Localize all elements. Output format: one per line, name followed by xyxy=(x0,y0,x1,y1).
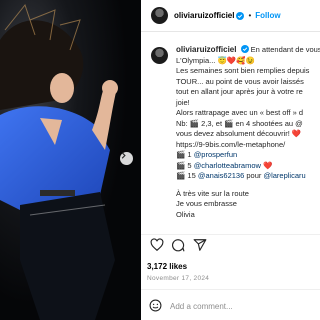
next-photo-button[interactable] xyxy=(120,152,133,165)
caption-line-10: 🎬 1 @prosperfun xyxy=(176,150,238,159)
emoji-icon[interactable] xyxy=(149,299,162,312)
comment-icon[interactable] xyxy=(171,238,185,252)
chevron-right-icon xyxy=(121,152,126,159)
mention-link[interactable]: @charlotteabramow xyxy=(194,161,261,170)
mention-link[interactable]: @lareplicaru xyxy=(263,171,305,180)
caption-line-5: joie! xyxy=(176,97,190,107)
caption-line-14: À très vite sur la route xyxy=(176,188,249,198)
comment-input[interactable] xyxy=(170,299,315,313)
action-bar xyxy=(141,234,320,253)
share-icon[interactable] xyxy=(193,238,207,252)
mention-link[interactable]: @prosperfun xyxy=(194,150,237,159)
post-header: oliviaruizofficiel • Follow xyxy=(141,0,320,32)
post-date: November 17, 2024 xyxy=(147,275,210,282)
caption-line-6: Alors rattrapage avec un « best off » d xyxy=(176,108,304,117)
verified-badge-icon xyxy=(240,45,249,53)
caption-line-7: Nb: 🎬 2,3, et 🎬 en 4 shootées au @ xyxy=(176,118,303,128)
likes-count[interactable]: 3,172 likes xyxy=(147,262,187,271)
heart-icon[interactable] xyxy=(150,238,164,252)
caption-line: oliviaruizofficiel En attendant de vous xyxy=(176,45,320,56)
caption-line-2: Les semaines sont bien remplies depuis xyxy=(176,66,310,75)
caption-line-0: En attendant de vous xyxy=(250,45,320,54)
caption-line-8: vous devez absolument découvrir! ❤️ xyxy=(176,129,302,138)
post-photo xyxy=(0,0,141,320)
caption-line-11: 🎬 5 @charlotteabramow ❤️ xyxy=(176,160,273,170)
verified-badge-icon xyxy=(236,11,245,20)
post-caption: oliviaruizofficiel En attendant de vous … xyxy=(141,41,320,236)
caption-line-15: Je vous embrasse xyxy=(176,199,237,208)
mention-link[interactable]: @anais62136 xyxy=(198,171,244,180)
caption-line-3: TOUR... au point de vous avoir laissés xyxy=(176,76,304,86)
follow-button[interactable]: Follow xyxy=(255,11,280,20)
caption-link[interactable]: https://9-9bis.com/le-metaphone/ xyxy=(176,140,320,151)
header-username[interactable]: oliviaruizofficiel xyxy=(174,11,234,20)
caption-line-16: Olivia xyxy=(176,209,195,219)
caption-line-12: 🎬 15 @anais62136 pour @lareplicaru xyxy=(176,171,306,180)
separator-dot: • xyxy=(248,11,252,20)
post-side-panel: oliviaruizofficiel • Follow oliviaruizof… xyxy=(141,0,320,320)
comment-bar xyxy=(141,289,320,320)
caption-username[interactable]: oliviaruizofficiel xyxy=(176,45,236,54)
avatar[interactable] xyxy=(151,7,168,24)
caption-text: oliviaruizofficiel En attendant de vous … xyxy=(176,45,320,220)
caption-line-1: L'Olympia... 😇❤️🥰😉 xyxy=(176,55,255,65)
caption-avatar[interactable] xyxy=(151,47,168,64)
caption-line-4: tout en allant jour après jour à votre r… xyxy=(176,87,303,96)
